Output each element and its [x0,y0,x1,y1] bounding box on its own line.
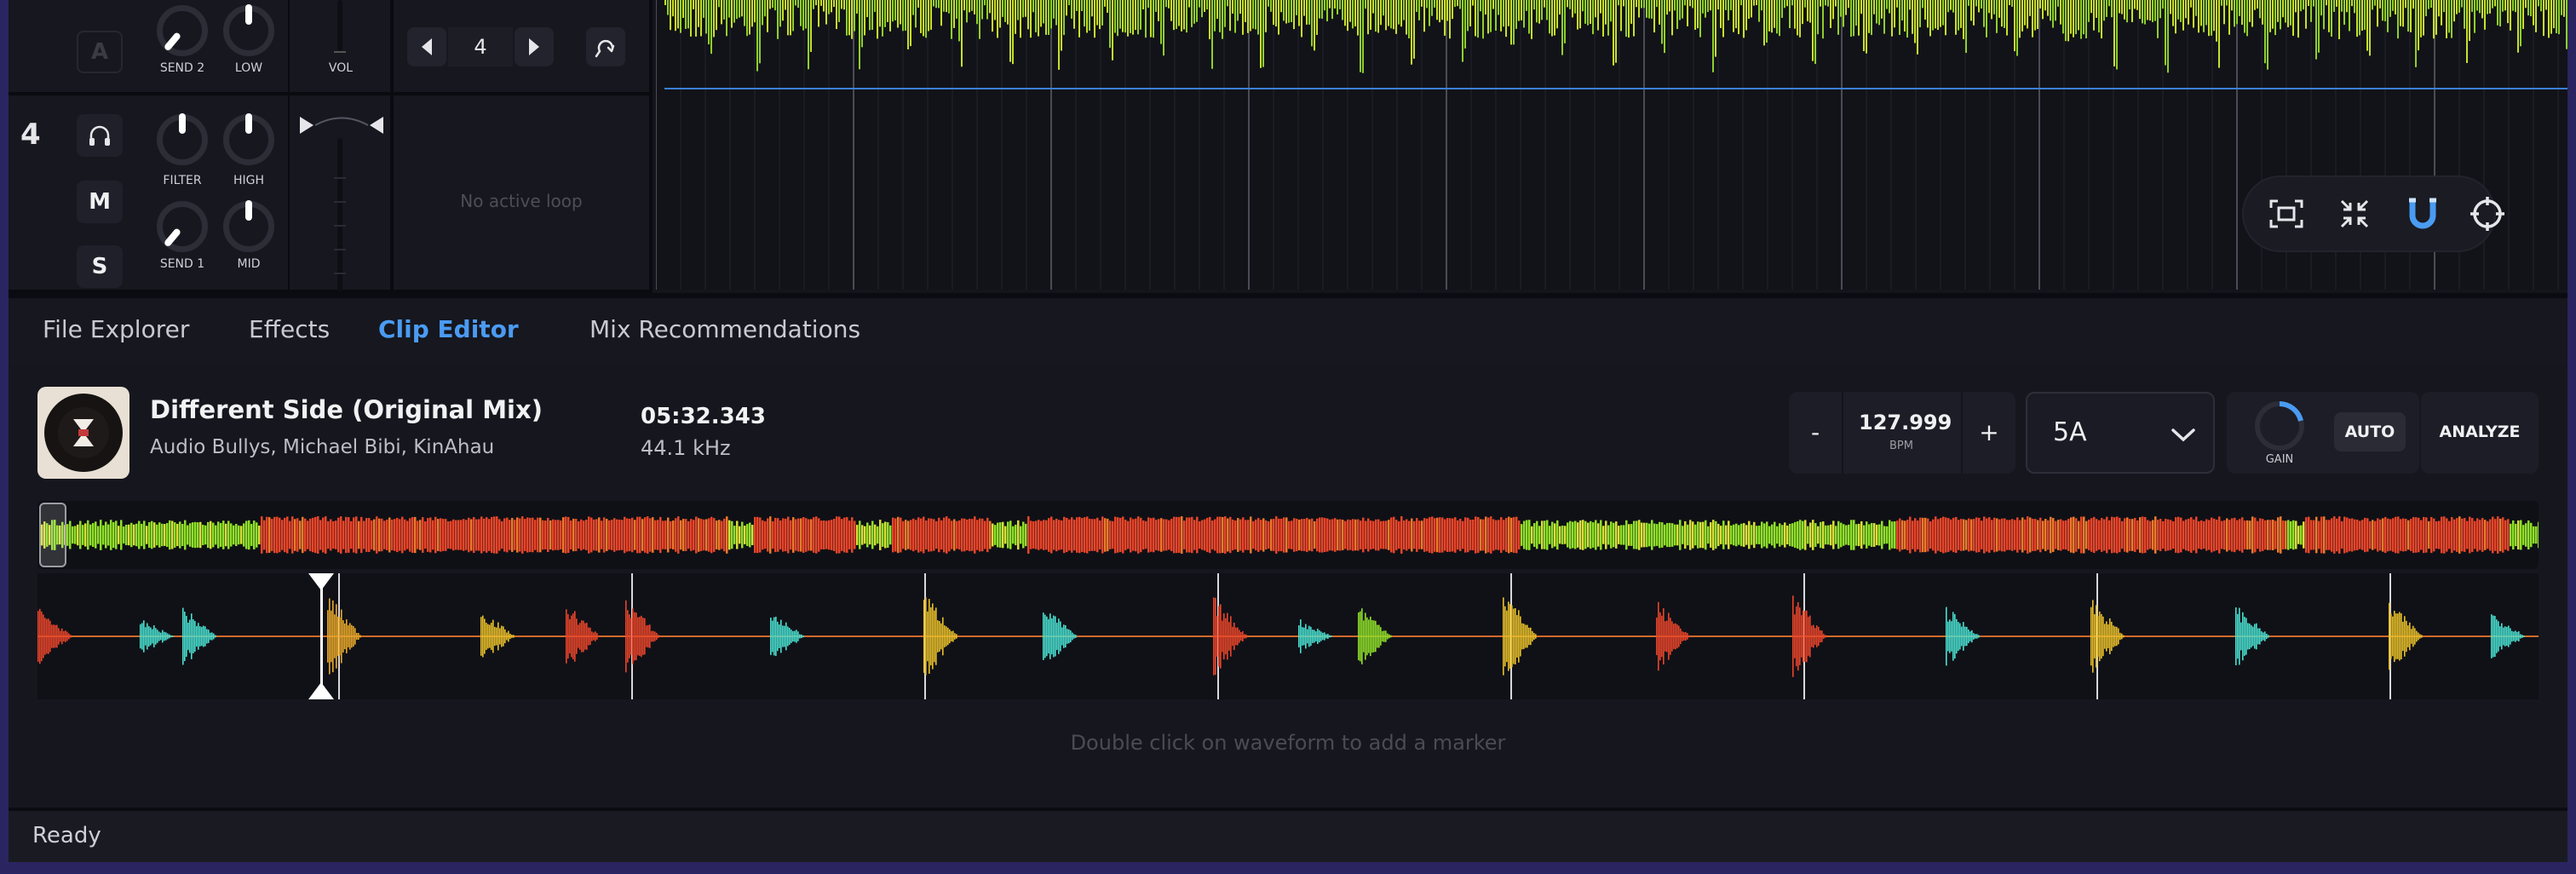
deck3-loop-controls: 4 [394,0,653,95]
deck4-solo-button[interactable]: S [77,245,123,288]
status-text: Ready [32,823,101,848]
track-title: Different Side (Original Mix) [150,395,543,424]
chevron-down-icon [2171,428,2195,442]
bpm-value[interactable]: 127.999 [1859,411,1952,434]
no-active-loop-text: No active loop [460,191,583,211]
gain-control: GAIN AUTO [2227,392,2419,474]
snap-magnet-button[interactable] [2397,188,2448,239]
deck4-mute-button[interactable]: M [77,181,123,223]
send1-label: SEND 1 [159,257,205,271]
loop-toggle-button[interactable] [586,27,625,66]
overview-waveform-graphic [41,516,2539,554]
deck-area: A SEND 2 LOW VOL 4 4 M S FILTER HIGH SEN… [9,0,2567,293]
bpm-increase-button[interactable]: + [1963,392,2015,474]
deck3-a-button[interactable]: A [77,31,123,73]
loop-beats-display: 4 [448,27,513,66]
mute-label: M [89,189,111,215]
cue-marker-bottom-icon [308,682,334,699]
high-knob[interactable] [223,113,274,165]
album-art-image [44,394,123,472]
key-value: 5A [2053,417,2087,447]
bpm-control: - 127.999 BPM + [1789,392,2015,474]
window-bottom-edge [0,862,2576,874]
crossfade-curve-icon [300,117,383,134]
send2-label: SEND 2 [159,61,205,75]
clip-editor-panel: Different Side (Original Mix) Audio Bull… [9,365,2567,808]
solo-label: S [91,254,108,279]
loop-next-button[interactable] [515,27,554,66]
tab-file-explorer[interactable]: File Explorer [43,315,189,343]
deck3-fader-section: VOL [290,0,394,95]
gain-knob[interactable] [2252,399,2307,453]
detail-waveform-graphic [37,573,2539,699]
analyze-button[interactable]: ANALYZE [2421,392,2539,474]
tab-effects[interactable]: Effects [249,315,330,343]
deck4-fader-section [290,95,394,293]
mid-label: MID [237,257,261,271]
album-art [37,387,129,479]
magnet-icon [2409,198,2436,229]
headphones-icon [89,125,110,146]
detail-waveform[interactable] [37,573,2539,699]
cue-marker[interactable] [308,573,334,699]
track-artist: Audio Bullys, Michael Bibi, KinAhau [150,436,495,458]
deck4-headphone-button[interactable] [77,114,123,157]
deck4-loop-panel: No active loop [394,95,653,293]
filter-knob[interactable] [157,113,208,165]
bpm-divider-left [1842,392,1843,474]
tab-mix-recommendations[interactable]: Mix Recommendations [589,315,860,343]
deck3-knob-section: SEND 2 LOW [145,0,290,95]
deck4-knob-section: FILTER HIGH SEND 1 MID [145,95,290,293]
crosshair-icon [2470,197,2504,231]
playhead-line [664,88,2567,89]
high-label: HIGH [233,174,265,187]
deck3-a-label: A [90,39,109,65]
waveform-toolbar [2242,175,2504,252]
deck4-volume-fader[interactable] [337,138,342,291]
collapse-arrows-icon [2340,199,2369,228]
filter-label: FILTER [163,174,202,187]
track-duration: 05:32.343 [641,404,766,429]
low-label: LOW [234,61,263,75]
send2-knob[interactable] [157,5,208,56]
send1-knob[interactable] [157,201,208,252]
cue-marker-top-icon [308,573,334,590]
deck3-volume-fader[interactable] [337,0,342,51]
chevron-left-icon [422,38,432,55]
deck4-number: 4 [20,118,41,152]
bpm-decrease-button[interactable]: - [1789,392,1842,474]
bpm-unit-label: BPM [1889,440,1913,452]
tab-clip-editor[interactable]: Clip Editor [378,315,519,343]
vol-label: VOL [328,61,354,75]
chevron-right-icon [529,38,539,55]
loop-prev-button[interactable] [407,27,446,66]
low-knob[interactable] [223,4,274,56]
mid-knob[interactable] [223,200,274,252]
analyze-label: ANALYZE [2439,423,2521,441]
auto-gain-button[interactable]: AUTO [2334,412,2406,451]
key-select[interactable]: 5A [2026,392,2215,474]
track-sample-rate: 44.1 kHz [641,436,731,460]
center-playhead-button[interactable] [2462,188,2513,239]
gain-label: GAIN [2265,453,2294,466]
fit-view-button[interactable] [2261,188,2312,239]
loop-icon [595,39,615,58]
deck4-strip: 4 M S [9,95,145,293]
overview-waveform[interactable] [37,501,2539,569]
collapse-button[interactable] [2329,188,2380,239]
add-marker-hint: Double click on waveform to add a marker [1070,731,1506,755]
fit-screen-icon [2269,199,2303,228]
overview-viewport-handle[interactable] [39,503,66,567]
status-bar: Ready [9,811,2567,862]
bottom-tabs: File Explorer Effects Clip Editor Mix Re… [9,298,2567,365]
